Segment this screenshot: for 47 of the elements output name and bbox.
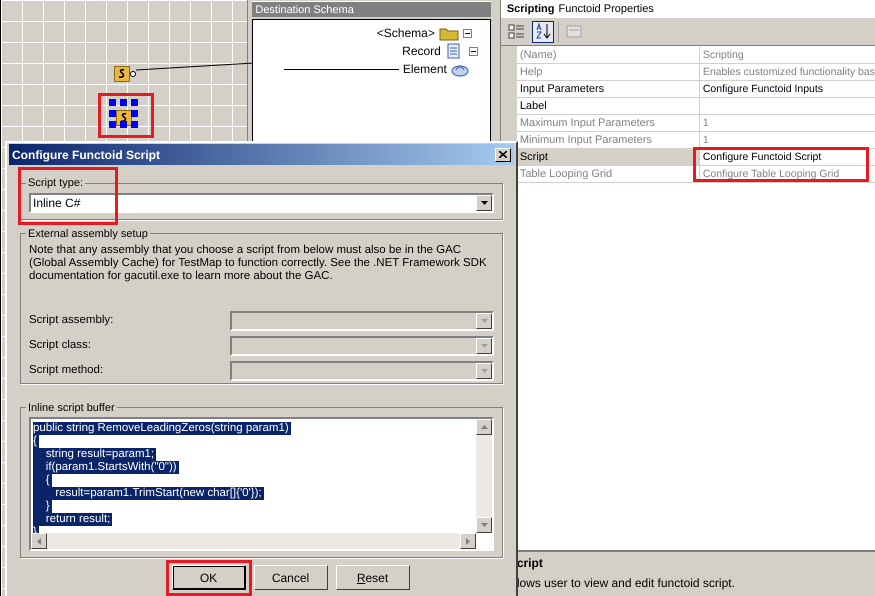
schema-node-label[interactable]: Element (402, 60, 447, 78)
note-text: Note that any assembly that you choose a script from below must also be in the GAC (Global Assembly Cache) for TestMap to function correctly. See the .NET Framework SDK documentation for gacutil.exe to learn more about the GAC. (29, 244, 488, 283)
scroll-arrow-icon (37, 538, 41, 544)
scroll-arrow-icon (480, 425, 488, 429)
field-label: Script method: (29, 363, 104, 378)
properties-subtitle: Functoid Properties (558, 2, 654, 17)
description-title: cript (516, 555, 544, 572)
group-label: Script type: (27, 176, 84, 191)
property-pages-icon (564, 23, 583, 40)
dialog-button[interactable]: Reset (336, 565, 410, 590)
horizontal-scrollbar[interactable] (31, 533, 476, 549)
panel-title: Destination Schema (252, 1, 491, 17)
dropdown-arrow-icon (480, 344, 488, 348)
property-name[interactable]: Label (516, 98, 700, 114)
field-label: Script class: (29, 338, 91, 354)
dropdown-arrow-icon (480, 200, 488, 204)
sort-alphabetical-icon (534, 23, 552, 40)
group-label: External assembly setup (27, 226, 149, 242)
schema-node-label[interactable]: <Schema> (376, 24, 435, 42)
close-icon (499, 151, 507, 158)
property-name[interactable]: Input Parameters (516, 81, 700, 97)
categorized-list-icon (508, 23, 526, 40)
group-label: Inline script buffer (27, 400, 116, 416)
alphabetical-button[interactable] (532, 20, 554, 42)
functoid-drawing (114, 66, 137, 82)
property-name[interactable]: Script (516, 149, 700, 165)
vertical-scrollbar[interactable] (476, 419, 492, 533)
dropdown-field[interactable]: Inline C# (29, 192, 494, 212)
collapse-icon[interactable] (468, 46, 478, 56)
property-value[interactable]: Configure Functoid Inputs (700, 81, 824, 97)
dialog-button[interactable]: Cancel (254, 565, 328, 590)
scroll-arrow-icon (466, 538, 470, 544)
highlight-frame (98, 93, 154, 138)
collapse-icon[interactable] (462, 28, 472, 38)
property-value[interactable]: Configure Functoid Script (700, 149, 822, 165)
dialog-title: Configure Functoid Script (12, 146, 160, 164)
dialog-button[interactable]: OK (172, 565, 246, 590)
functoid-selected-drawing (108, 98, 140, 130)
dropdown-arrow-icon (480, 369, 488, 373)
close-button[interactable] (495, 148, 511, 162)
dropdown-arrow-icon (480, 319, 488, 323)
field-label: Script assembly: (29, 313, 114, 328)
functoid-icon[interactable] (114, 66, 137, 82)
functoid-icon[interactable] (108, 98, 140, 130)
properties-title: Scripting (506, 2, 554, 17)
schema-node-label[interactable]: Record (402, 42, 441, 60)
scroll-arrow-icon (480, 523, 488, 527)
